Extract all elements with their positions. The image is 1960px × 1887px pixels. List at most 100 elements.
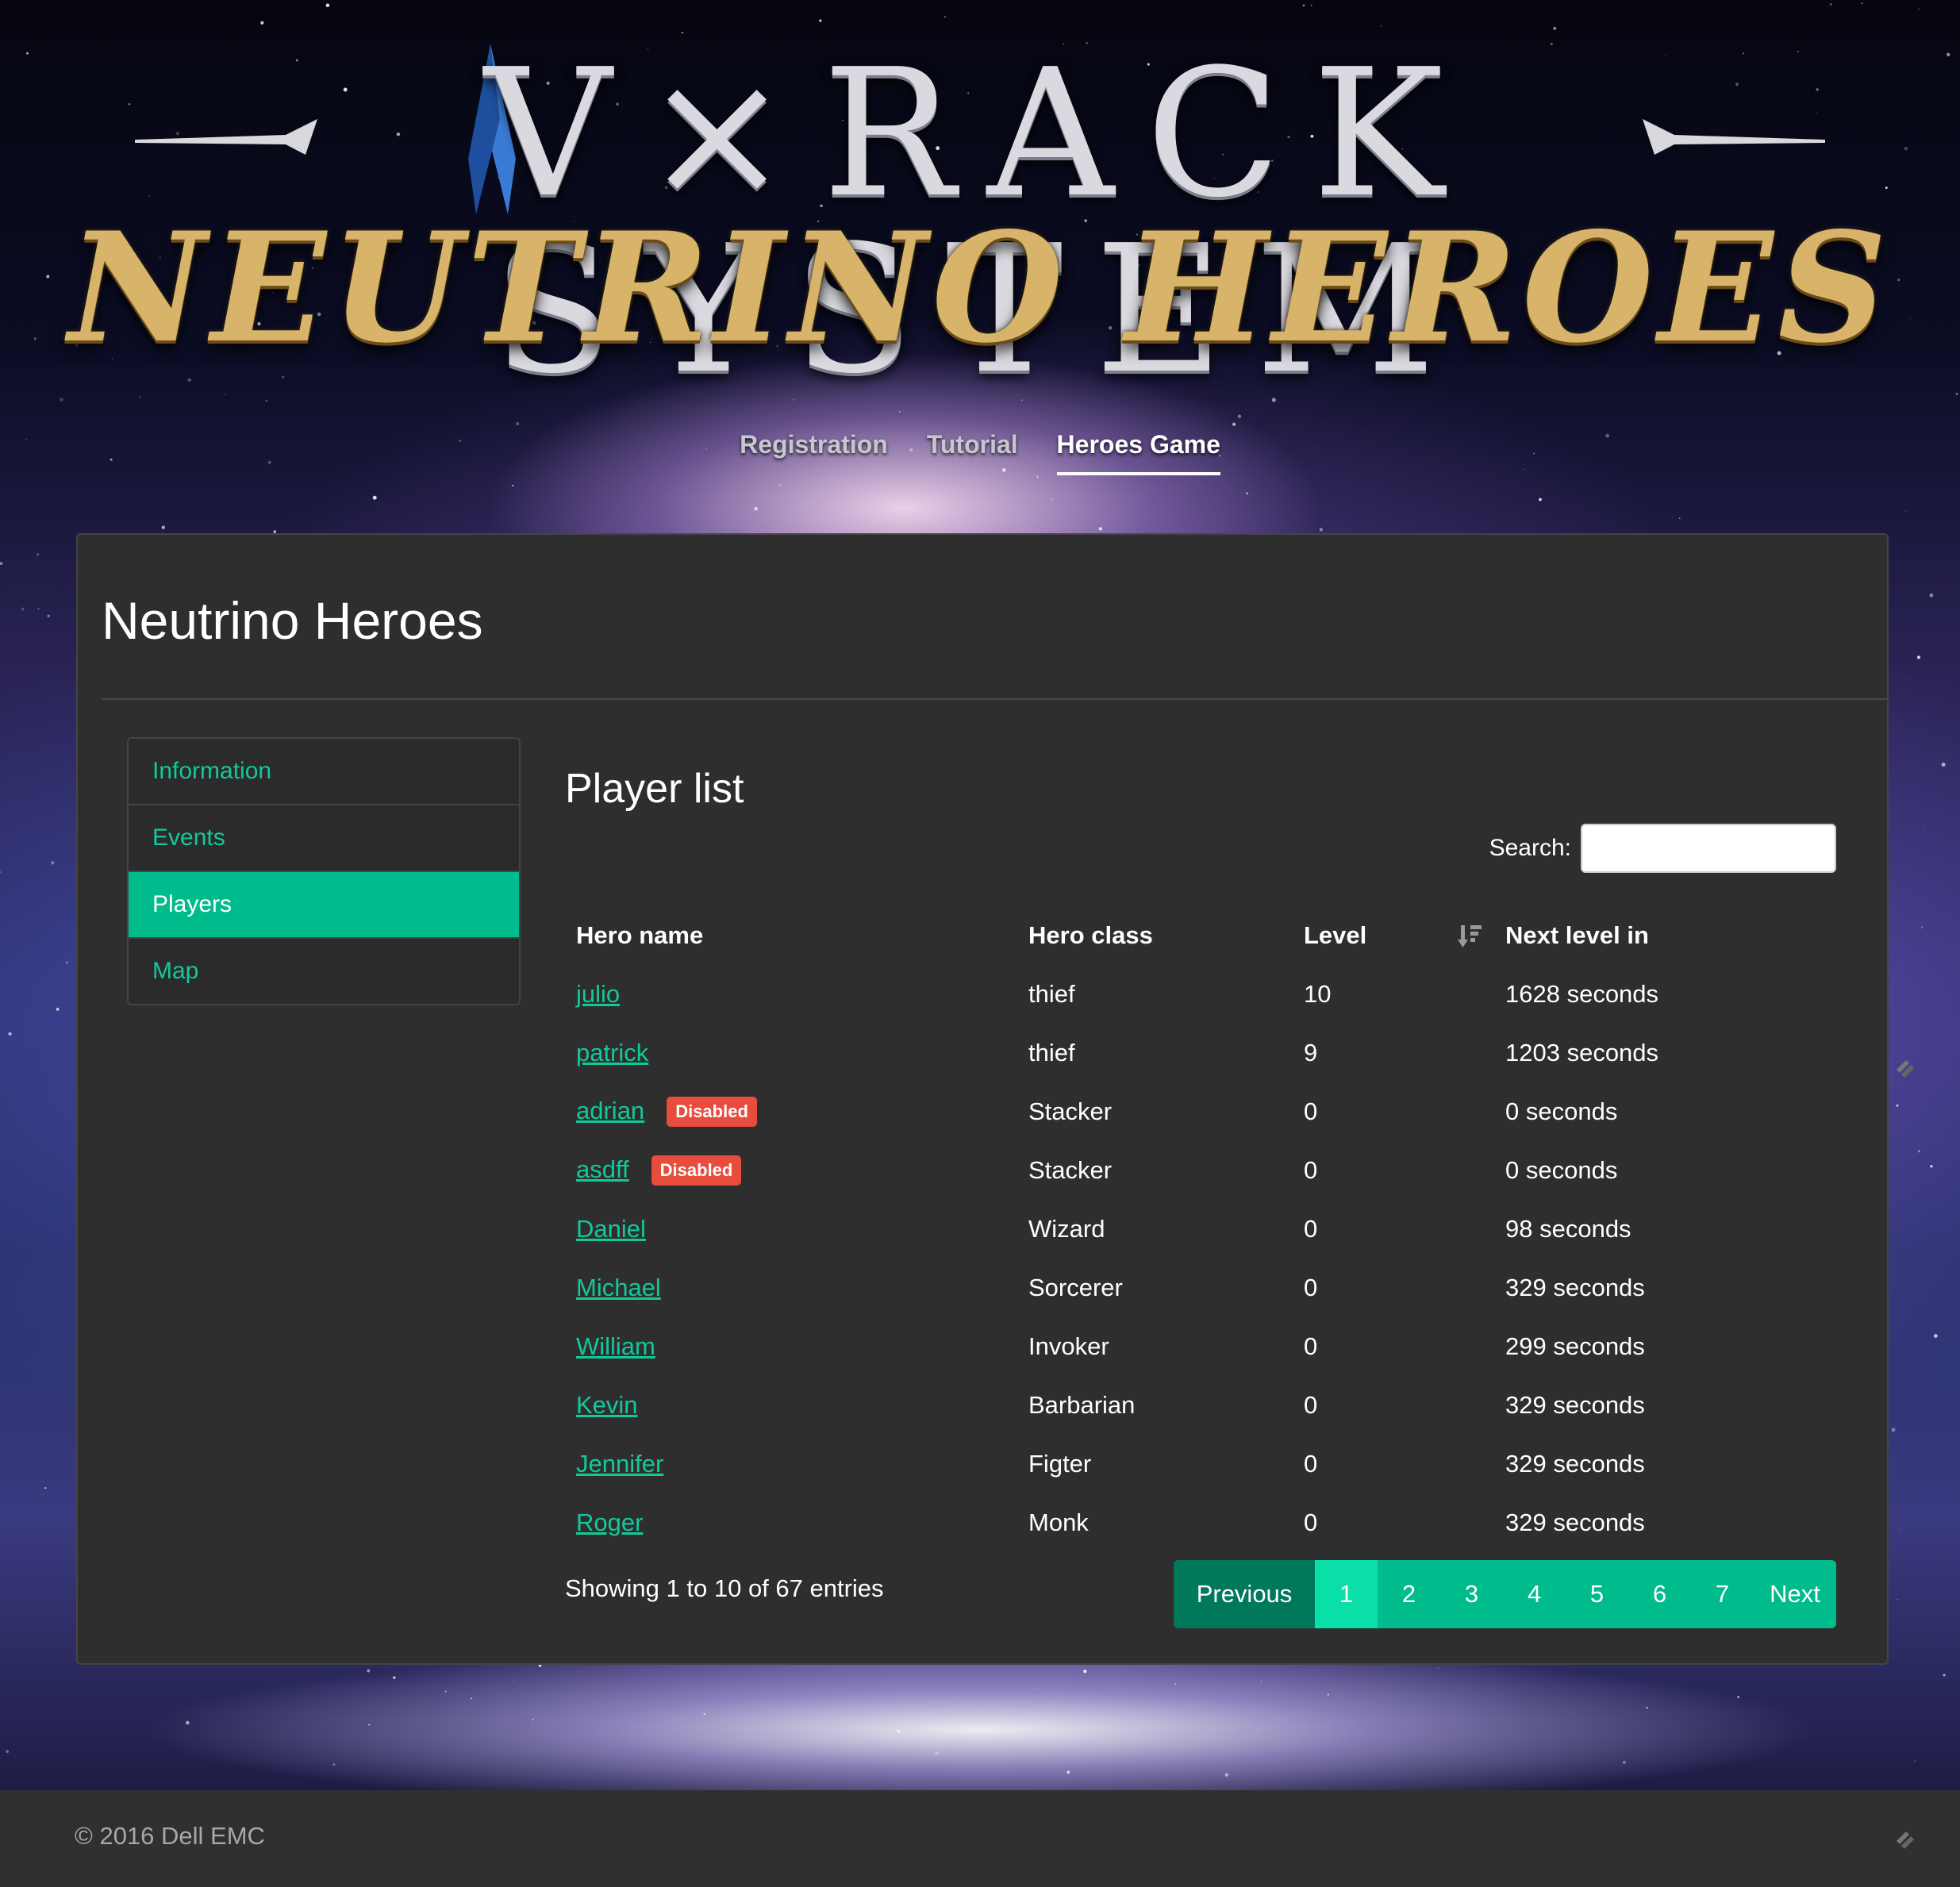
pagination-page-2[interactable]: 2	[1378, 1560, 1440, 1628]
cell-hero-class: Sorcerer	[1028, 1274, 1123, 1301]
nav-link-heroes-game[interactable]: Heroes Game	[1056, 430, 1220, 475]
cell-level: 0	[1304, 1274, 1318, 1301]
hero-name-link[interactable]: William	[576, 1332, 655, 1360]
game-logo: V×RACK SYSTEM NEUTRINO HEROES	[0, 0, 1960, 413]
table-row: asdff Disabled Stacker 0 0 seconds	[565, 1141, 1836, 1200]
cell-next-level: 299 seconds	[1505, 1332, 1645, 1360]
cell-hero-name: Roger	[565, 1493, 1017, 1552]
cell-hero-class: Figter	[1028, 1450, 1092, 1478]
table-info: Showing 1 to 10 of 67 entries	[565, 1574, 884, 1602]
pagination-previous-button[interactable]: Previous	[1174, 1560, 1315, 1628]
page-footer: © 2016 Dell EMC	[0, 1790, 1960, 1887]
cell-hero-class: Stacker	[1028, 1156, 1113, 1184]
cell-level: 0	[1304, 1097, 1318, 1125]
sidebar-item-information[interactable]: Information	[129, 739, 519, 805]
player-list-section: Player list Search: Hero name Hero class…	[565, 765, 1836, 1628]
cell-next-level: 329 seconds	[1505, 1274, 1645, 1301]
sidebar-item-map[interactable]: Map	[129, 939, 519, 1004]
table-row: Roger Monk 0 329 seconds	[565, 1493, 1836, 1552]
cell-level: 9	[1304, 1039, 1318, 1066]
nav-link-registration[interactable]: Registration	[740, 430, 888, 472]
cell-level: 10	[1304, 980, 1332, 1008]
footer-copyright: © 2016 Dell EMC	[75, 1822, 265, 1850]
column-header-hero-class[interactable]: Hero class	[1017, 906, 1293, 965]
hero-name-link[interactable]: Roger	[576, 1508, 643, 1536]
nav-link-tutorial[interactable]: Tutorial	[927, 430, 1018, 472]
column-header-next-level[interactable]: Next level in	[1494, 906, 1836, 965]
search-bar: Search:	[1489, 822, 1836, 874]
hero-name-link[interactable]: Kevin	[576, 1391, 638, 1419]
pagination-page-1[interactable]: 1	[1315, 1560, 1378, 1628]
cell-next-level: 1203 seconds	[1505, 1039, 1659, 1066]
cell-hero-class: Barbarian	[1028, 1391, 1136, 1419]
sidebar-item-events[interactable]: Events	[129, 805, 519, 872]
pagination-page-5[interactable]: 5	[1566, 1560, 1628, 1628]
hero-name-link[interactable]: adrian	[576, 1097, 644, 1124]
table-row: Michael Sorcerer 0 329 seconds	[565, 1259, 1836, 1317]
pagination-page-3[interactable]: 3	[1440, 1560, 1503, 1628]
hero-name-link[interactable]: Michael	[576, 1274, 661, 1301]
pagination-next-button[interactable]: Next	[1754, 1560, 1836, 1628]
pagination-page-4[interactable]: 4	[1503, 1560, 1566, 1628]
table-row: julio thief 10 1628 seconds	[565, 965, 1836, 1024]
cell-next-level: 329 seconds	[1505, 1391, 1645, 1419]
column-header-level-label: Level	[1304, 921, 1367, 949]
table-row: Daniel Wizard 0 98 seconds	[565, 1200, 1836, 1259]
hero-name-link[interactable]: julio	[576, 980, 620, 1008]
column-header-level[interactable]: Level	[1293, 906, 1494, 965]
cell-hero-name: Michael	[565, 1259, 1017, 1317]
table-row: Jennifer Figter 0 329 seconds	[565, 1435, 1836, 1493]
section-heading: Player list	[565, 766, 744, 812]
cell-next-level: 329 seconds	[1505, 1450, 1645, 1478]
cell-hero-name: Kevin	[565, 1376, 1017, 1435]
status-badge: Disabled	[651, 1155, 742, 1186]
cell-level: 0	[1304, 1450, 1318, 1478]
extension-icon	[1897, 1831, 1914, 1849]
cell-next-level: 0 seconds	[1505, 1156, 1618, 1184]
cell-hero-class: Stacker	[1028, 1097, 1113, 1125]
pagination-page-6[interactable]: 6	[1628, 1560, 1691, 1628]
cell-hero-name: Daniel	[565, 1200, 1017, 1259]
cell-hero-class: thief	[1028, 980, 1075, 1008]
table-row: William Invoker 0 299 seconds	[565, 1317, 1836, 1376]
cell-next-level: 0 seconds	[1505, 1097, 1618, 1125]
top-navigation: Registration Tutorial Heroes Game	[0, 430, 1960, 475]
hero-name-link[interactable]: Daniel	[576, 1215, 646, 1243]
search-label: Search:	[1489, 835, 1571, 861]
table-row: Kevin Barbarian 0 329 seconds	[565, 1376, 1836, 1435]
pagination-page-7[interactable]: 7	[1691, 1560, 1754, 1628]
cell-level: 0	[1304, 1391, 1318, 1419]
cell-hero-name: patrick	[565, 1024, 1017, 1082]
cell-hero-name: asdff Disabled	[565, 1141, 1017, 1200]
hero-name-link[interactable]: patrick	[576, 1039, 648, 1066]
cell-level: 0	[1304, 1156, 1318, 1184]
extension-icon	[1897, 1060, 1914, 1078]
status-badge: Disabled	[667, 1097, 757, 1128]
title-divider	[102, 698, 1887, 700]
cell-level: 0	[1304, 1215, 1318, 1243]
cell-level: 0	[1304, 1332, 1318, 1360]
sort-descending-icon	[1458, 925, 1482, 947]
search-input[interactable]	[1581, 824, 1836, 873]
column-header-hero-name[interactable]: Hero name	[565, 906, 1017, 965]
player-table: Hero name Hero class Level Next level in	[565, 906, 1836, 1552]
cell-hero-class: Invoker	[1028, 1332, 1109, 1360]
hero-name-link[interactable]: Jennifer	[576, 1450, 663, 1478]
main-panel: Neutrino Heroes Information Events Playe…	[76, 533, 1889, 1665]
cell-level: 0	[1304, 1508, 1318, 1536]
cell-hero-class: Wizard	[1028, 1215, 1105, 1243]
cell-hero-name: William	[565, 1317, 1017, 1376]
cell-hero-name: adrian Disabled	[565, 1082, 1017, 1141]
cell-next-level: 1628 seconds	[1505, 980, 1659, 1008]
sidebar-item-players[interactable]: Players	[129, 872, 519, 939]
cell-hero-name: Jennifer	[565, 1435, 1017, 1493]
logo-subtitle-line: NEUTRINO HEROES	[68, 199, 1892, 376]
page-title: Neutrino Heroes	[102, 591, 483, 650]
table-row: patrick thief 9 1203 seconds	[565, 1024, 1836, 1082]
table-header-row: Hero name Hero class Level Next level in	[565, 906, 1836, 965]
cell-hero-class: thief	[1028, 1039, 1075, 1066]
hero-name-link[interactable]: asdff	[576, 1155, 629, 1183]
player-table-body: julio thief 10 1628 seconds patrick thief 9 120…	[565, 965, 1836, 1552]
pagination: Previous 1 2 3 4 5 6 7 Next	[1174, 1560, 1836, 1628]
table-row: adrian Disabled Stacker 0 0 seconds	[565, 1082, 1836, 1141]
